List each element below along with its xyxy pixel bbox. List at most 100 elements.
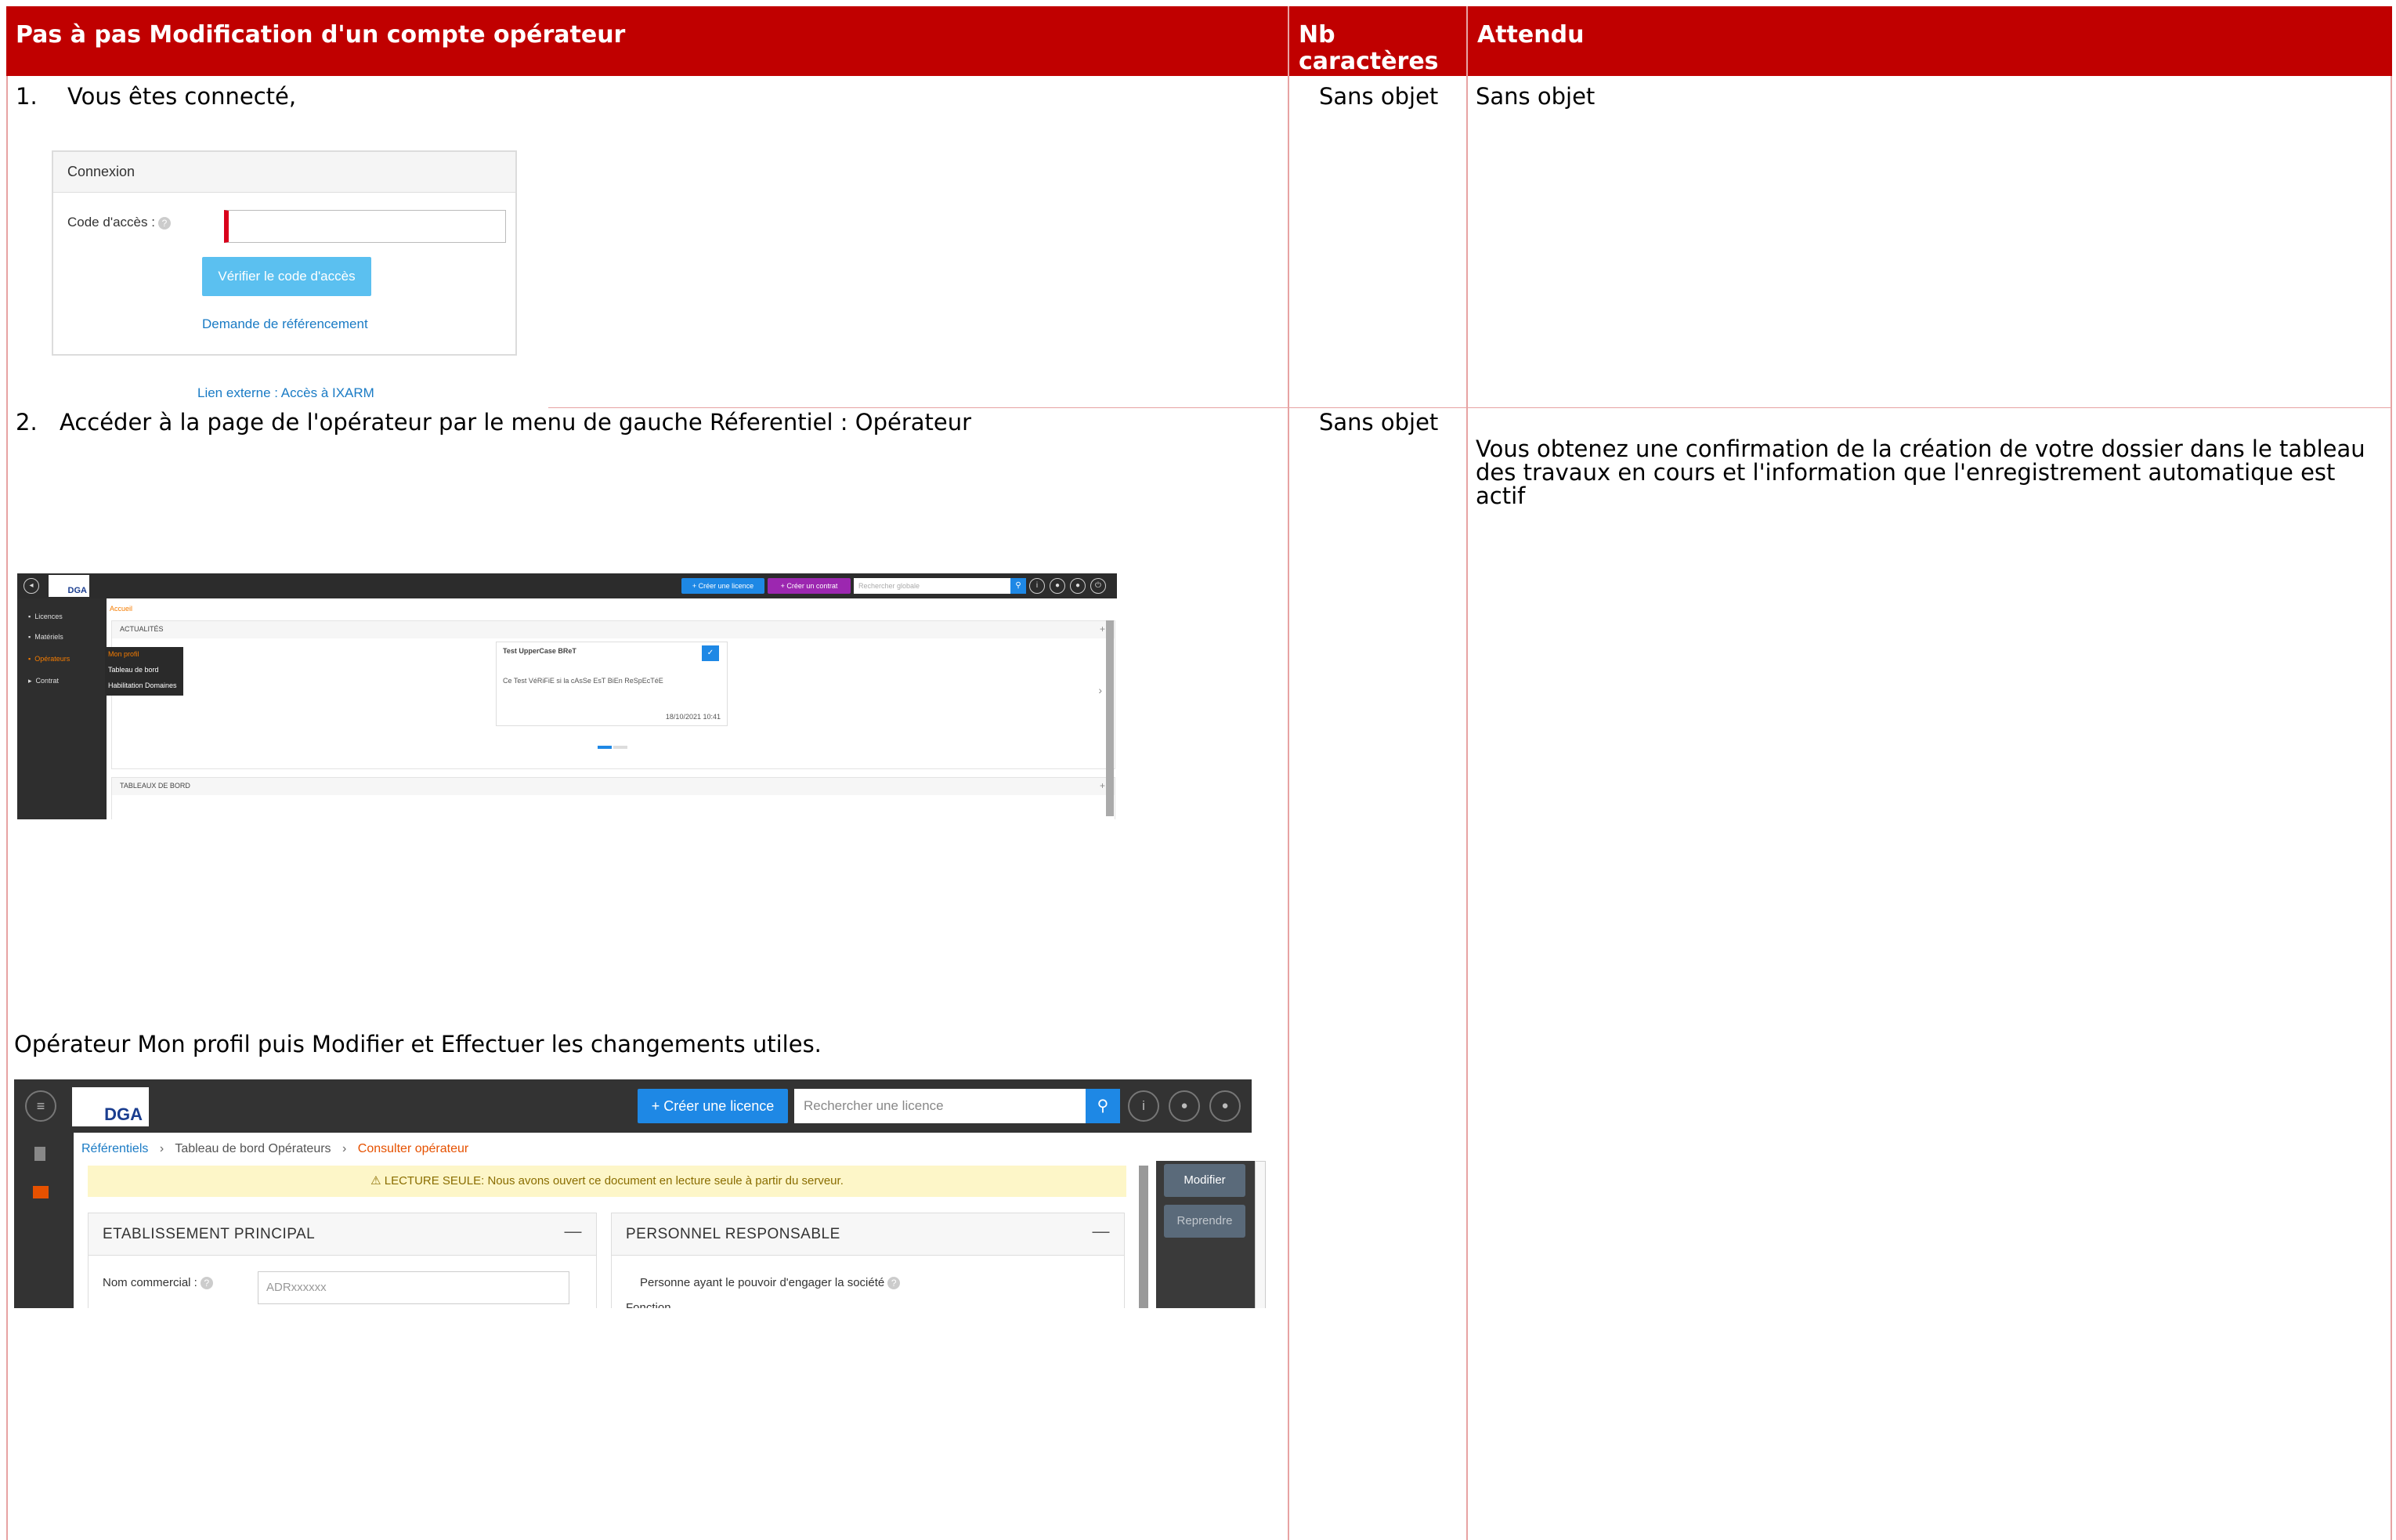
resume-button: Reprendre	[1164, 1205, 1245, 1238]
licence-search-placeholder: Rechercher une licence	[804, 1098, 944, 1113]
access-code-input	[224, 210, 506, 243]
carousel-next-icon: ›	[1098, 684, 1102, 696]
nav-item-licences: ▪ Licences	[28, 613, 63, 620]
global-search-placeholder: Rechercher globale	[858, 582, 920, 590]
function-label: Fonction	[626, 1301, 671, 1308]
operator-topbar: ≡ DGA + Créer une licence Rechercher une…	[14, 1079, 1252, 1133]
breadcrumb: Référentiels › Tableau de bord Opérateur…	[81, 1142, 468, 1156]
establishment-title: ETABLISSEMENT PRINCIPAL	[103, 1226, 316, 1242]
readonly-notice: ⚠ LECTURE SEULE: Nous avons ouvert ce do…	[88, 1166, 1126, 1197]
row1-step-text: Vous êtes connecté,	[67, 83, 297, 110]
verify-code-button: Vérifier le code d'accès	[202, 257, 371, 296]
create-contract-button: + Créer un contrat	[768, 578, 851, 594]
commercial-name-label-text: Nom commercial :	[103, 1276, 197, 1289]
header-step-label: Pas à pas Modification d'un compte opéra…	[16, 21, 626, 49]
nav-materiels-label: Matériels	[34, 633, 63, 641]
chevron-right-icon: ›	[159, 1142, 164, 1155]
header-expected: Attendu	[1468, 6, 2392, 76]
operator-screenshot: ≡ DGA + Créer une licence Rechercher une…	[14, 1079, 1267, 1308]
info-icon: i	[1128, 1090, 1159, 1122]
column-divider	[1288, 6, 1289, 1540]
menu-icon: ◂	[23, 578, 39, 594]
nav-operateurs-label: Opérateurs	[34, 655, 70, 663]
expand-icon: +	[1099, 780, 1105, 791]
power-icon: ⏻	[1090, 578, 1106, 594]
action-sidebar: Modifier Reprendre	[1156, 1161, 1263, 1308]
news-card-title: Test UpperCase BReT	[503, 647, 576, 655]
user-icon: ●	[1070, 578, 1086, 594]
operator-submenu: Mon profil Tableau de bord Habilitation …	[105, 647, 183, 696]
dga-logo-text: DGA	[67, 586, 87, 595]
licence-search-input: Rechercher une licence	[794, 1089, 1086, 1123]
dashboards-panel: TABLEAUX DE BORD +	[111, 777, 1115, 819]
responsible-title: PERSONNEL RESPONSABLE	[626, 1226, 840, 1242]
establishment-panel-header: ETABLISSEMENT PRINCIPAL —	[89, 1213, 596, 1256]
licence-nav-icon	[34, 1147, 45, 1161]
external-link: Lien externe : Accès à IXARM	[197, 385, 374, 400]
bell-icon: ●	[1050, 578, 1065, 594]
news-title: ACTUALITÉS +	[112, 621, 1115, 638]
expand-icon: +	[1099, 624, 1105, 634]
login-title: Connexion	[53, 152, 515, 193]
create-licence-button: + Créer une licence	[681, 578, 764, 594]
news-card-date: 18/10/2021 10:41	[665, 713, 721, 721]
row1-nb-chars: Sans objet	[1319, 83, 1439, 110]
header-expected-label: Attendu	[1477, 21, 1585, 49]
nav-item-operateurs: ▪ Opérateurs	[28, 655, 70, 663]
row2-expected: Vous obtenez une confirmation de la créa…	[1476, 436, 2365, 509]
header-nb-chars: Nb caractères	[1289, 6, 1466, 76]
responsible-panel-header: PERSONNEL RESPONSABLE —	[612, 1213, 1124, 1256]
operator-sidebar	[14, 1133, 74, 1308]
help-icon: ?	[200, 1277, 213, 1290]
responsible-text: Personne ayant le pouvoir d'engager la s…	[640, 1276, 901, 1290]
dashboard-sidebar: ▪ Licences ▪ Matériels ▪ Opérateurs ▸ Co…	[17, 598, 107, 819]
dga-logo-text: DGA	[104, 1104, 143, 1124]
row2-step-text-2: Opérateur Mon profil puis Modifier et Ef…	[14, 1031, 822, 1057]
referencing-link: Demande de référencement	[202, 316, 368, 331]
responsible-panel: PERSONNEL RESPONSABLE — Personne ayant le…	[611, 1213, 1125, 1308]
column-divider	[2391, 76, 2392, 1540]
content-scrollbar	[1139, 1166, 1148, 1308]
breadcrumb-dashboard: Tableau de bord Opérateurs	[175, 1142, 331, 1155]
header-nb-chars-label: Nb caractères	[1299, 21, 1439, 75]
row2-step-text: Accéder à la page de l'opérateur par le …	[60, 409, 972, 436]
nav-item-contrat: ▸ Contrat	[28, 677, 60, 685]
dashboards-title-text: TABLEAUX DE BORD	[120, 782, 190, 790]
news-card-body: Ce Test VéRiFiE si la cAsSe EsT BiEn ReS…	[503, 677, 663, 685]
row2-number: 2.	[16, 409, 38, 436]
commercial-name-value: ADRxxxxxx	[266, 1281, 327, 1294]
row-divider	[548, 407, 2392, 408]
responsible-text-content: Personne ayant le pouvoir d'engager la s…	[640, 1276, 885, 1289]
dashboards-title: TABLEAUX DE BORD +	[112, 778, 1115, 795]
commercial-name-label: Nom commercial :?	[103, 1276, 213, 1290]
code-label: Code d'accès :?	[67, 215, 171, 230]
check-icon: ✓	[702, 645, 719, 661]
dashboard-topbar: ◂ DGA + Créer une licence + Créer un con…	[17, 573, 1117, 598]
header-step: Pas à pas Modification d'un compte opéra…	[6, 6, 1288, 76]
menu-icon: ≡	[25, 1090, 56, 1122]
row1-number: 1.	[16, 83, 38, 110]
column-divider	[1466, 6, 1468, 1540]
modify-button: Modifier	[1164, 1164, 1245, 1197]
create-licence-button: + Créer une licence	[638, 1089, 788, 1123]
search-icon: ⚲	[1086, 1089, 1120, 1123]
operator-nav-icon	[33, 1186, 49, 1198]
vertical-ruler	[1255, 1161, 1266, 1308]
breadcrumb-referentiels: Référentiels	[81, 1142, 149, 1155]
scrollbar	[1106, 620, 1114, 816]
commercial-name-input: ADRxxxxxx	[258, 1271, 569, 1304]
breadcrumb-consult: Consulter opérateur	[357, 1142, 469, 1155]
global-search-input: Rechercher globale	[854, 578, 1010, 594]
submenu-tableau-de-bord: Tableau de bord	[108, 666, 159, 674]
row2-nb-chars: Sans objet	[1319, 409, 1439, 436]
bell-icon: ●	[1169, 1090, 1200, 1122]
help-icon: ?	[157, 216, 171, 230]
establishment-panel: ETABLISSEMENT PRINCIPAL — Nom commercial …	[88, 1213, 597, 1308]
info-icon: i	[1029, 578, 1045, 594]
breadcrumb: Accueil	[110, 605, 133, 613]
news-title-text: ACTUALITÉS	[120, 625, 164, 633]
column-divider	[6, 76, 8, 1540]
nav-item-materiels: ▪ Matériels	[28, 633, 63, 641]
chevron-right-icon: ›	[342, 1142, 347, 1155]
row1-expected: Sans objet	[1476, 83, 1596, 110]
